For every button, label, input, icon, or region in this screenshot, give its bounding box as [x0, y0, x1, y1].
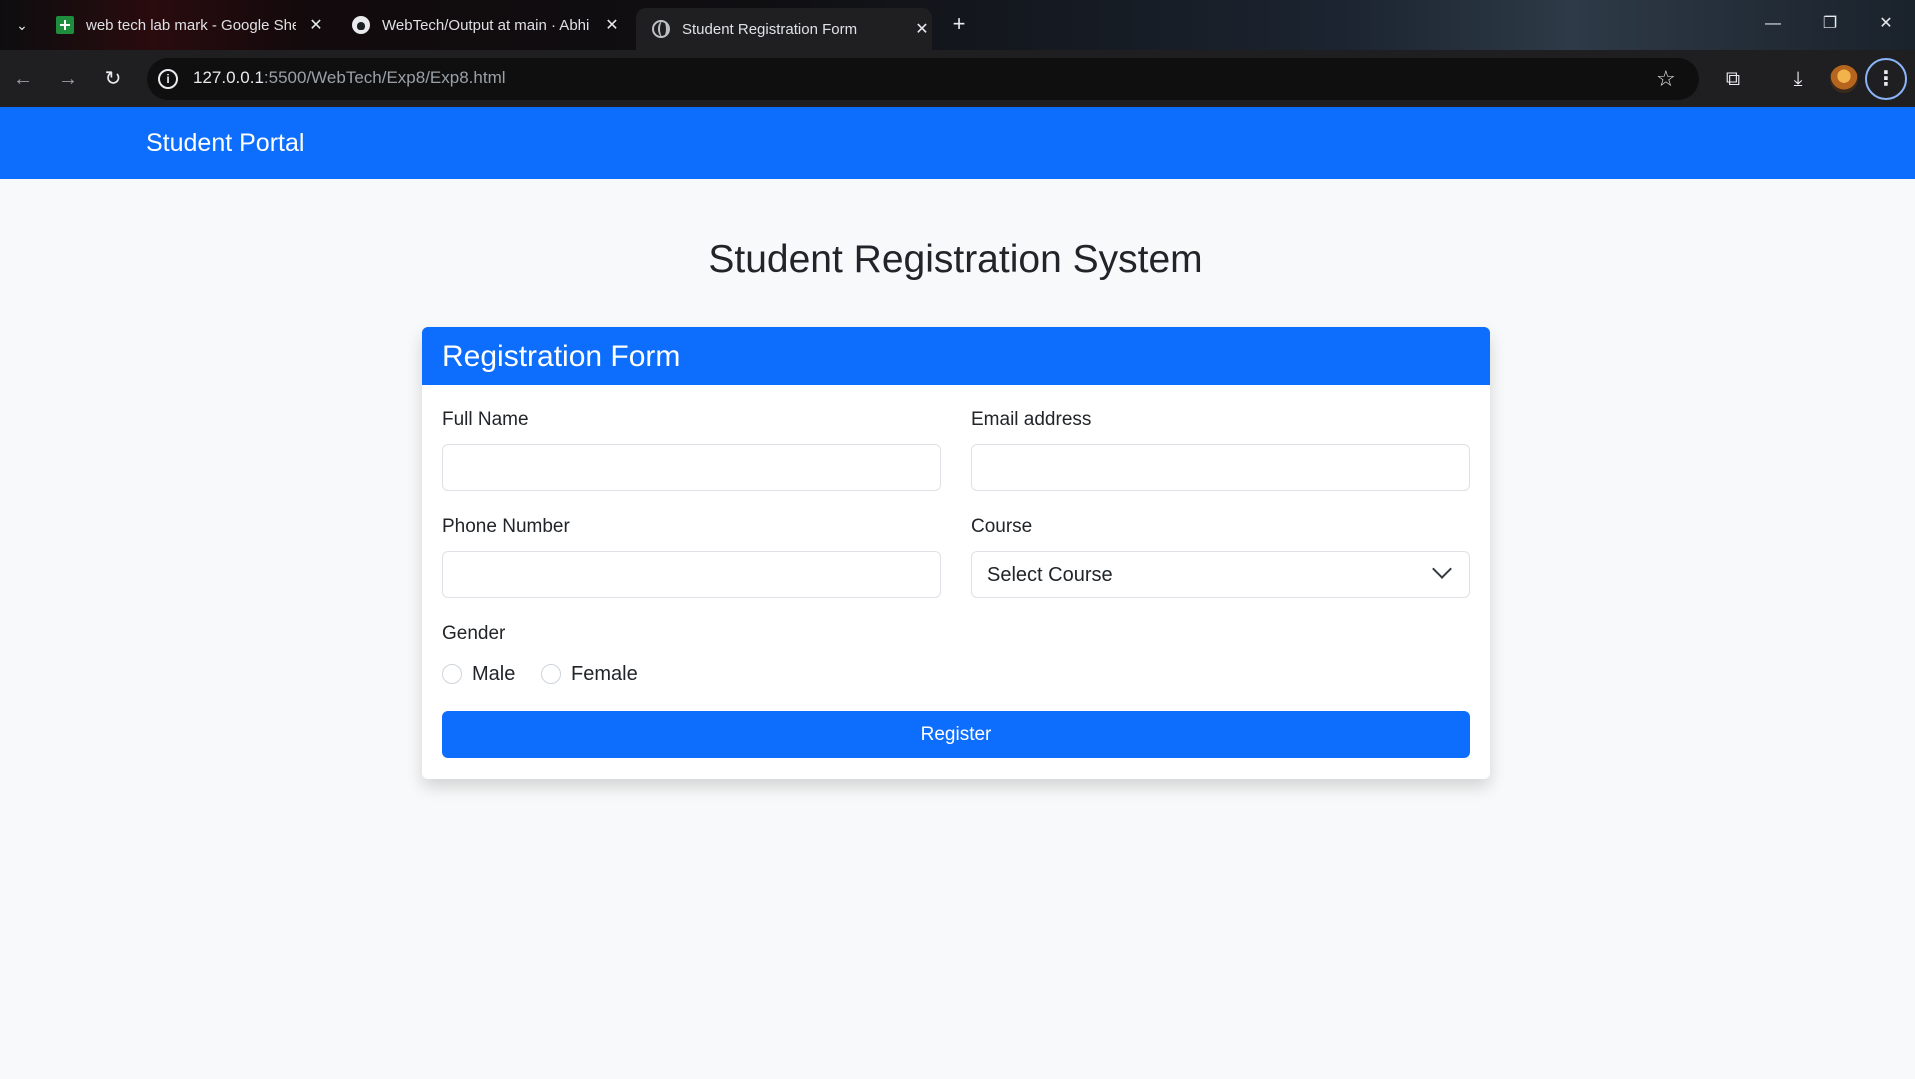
forward-arrow-icon[interactable]: → [53, 64, 83, 94]
browser-tab-strip: ⌄ web tech lab mark - Google Sheets ✕ We… [0, 0, 1915, 50]
email-input[interactable] [971, 444, 1470, 491]
minimize-icon[interactable]: — [1753, 10, 1793, 38]
extensions-icon[interactable]: ⧉ [1718, 64, 1748, 94]
card-header: Registration Form [422, 327, 1490, 385]
globe-icon [652, 20, 670, 38]
close-tab-icon[interactable]: ✕ [602, 15, 622, 35]
url-path: :5500/WebTech/Exp8/Exp8.html [263, 68, 506, 87]
close-tab-icon[interactable]: ✕ [306, 15, 326, 35]
site-info-icon[interactable]: i [158, 69, 178, 89]
reload-icon[interactable]: ↻ [98, 64, 128, 94]
top-navbar: Student Portal [0, 107, 1915, 179]
url-text[interactable]: 127.0.0.1:5500/WebTech/Exp8/Exp8.html [193, 68, 506, 88]
close-window-icon[interactable]: ✕ [1866, 10, 1906, 38]
tab-search-icon[interactable]: ⌄ [10, 13, 34, 37]
card-title: Registration Form [442, 340, 681, 373]
registration-card: Registration Form Full Name Email addres… [422, 327, 1490, 779]
course-label: Course [971, 516, 1033, 537]
page-title: Student Registration System [708, 238, 1203, 281]
sheets-icon [56, 16, 74, 34]
gender-male-radio[interactable] [442, 664, 462, 684]
gender-female-label[interactable]: Female [571, 663, 638, 686]
tab-google-sheets[interactable]: web tech lab mark - Google Sheets ✕ [56, 8, 326, 42]
profile-avatar[interactable] [1830, 65, 1858, 93]
more-menu-icon[interactable]: ⋮ [1865, 58, 1907, 100]
tab-title: web tech lab mark - Google Sheets [86, 16, 296, 34]
register-button[interactable]: Register [442, 711, 1470, 758]
phone-label: Phone Number [442, 516, 570, 537]
phone-input[interactable] [442, 551, 941, 598]
restore-icon[interactable]: ❐ [1810, 10, 1850, 38]
github-icon [352, 16, 370, 34]
back-arrow-icon[interactable]: ← [8, 64, 38, 94]
navbar-brand[interactable]: Student Portal [146, 129, 304, 158]
full-name-input[interactable] [442, 444, 941, 491]
close-tab-icon[interactable]: ✕ [912, 19, 932, 39]
email-label: Email address [971, 409, 1092, 430]
tab-title: Student Registration Form [682, 20, 858, 38]
bookmark-star-icon[interactable]: ☆ [1656, 64, 1676, 94]
gender-label: Gender [442, 623, 506, 644]
url-host: 127.0.0.1 [193, 68, 264, 87]
gender-female-radio[interactable] [541, 664, 561, 684]
tab-student-registration[interactable]: Student Registration Form ✕ [636, 8, 932, 50]
tab-title: WebTech/Output at main · Abhi [382, 16, 590, 34]
full-name-label: Full Name [442, 409, 529, 430]
download-icon[interactable]: ⤓ [1783, 64, 1813, 94]
tab-github[interactable]: WebTech/Output at main · Abhi ✕ [352, 8, 622, 42]
course-selected-value: Select Course [987, 564, 1113, 586]
new-tab-button[interactable]: + [946, 12, 972, 38]
chevron-down-icon [1432, 559, 1452, 579]
gender-male-label[interactable]: Male [472, 663, 515, 686]
course-select[interactable]: Select Course [971, 551, 1470, 598]
